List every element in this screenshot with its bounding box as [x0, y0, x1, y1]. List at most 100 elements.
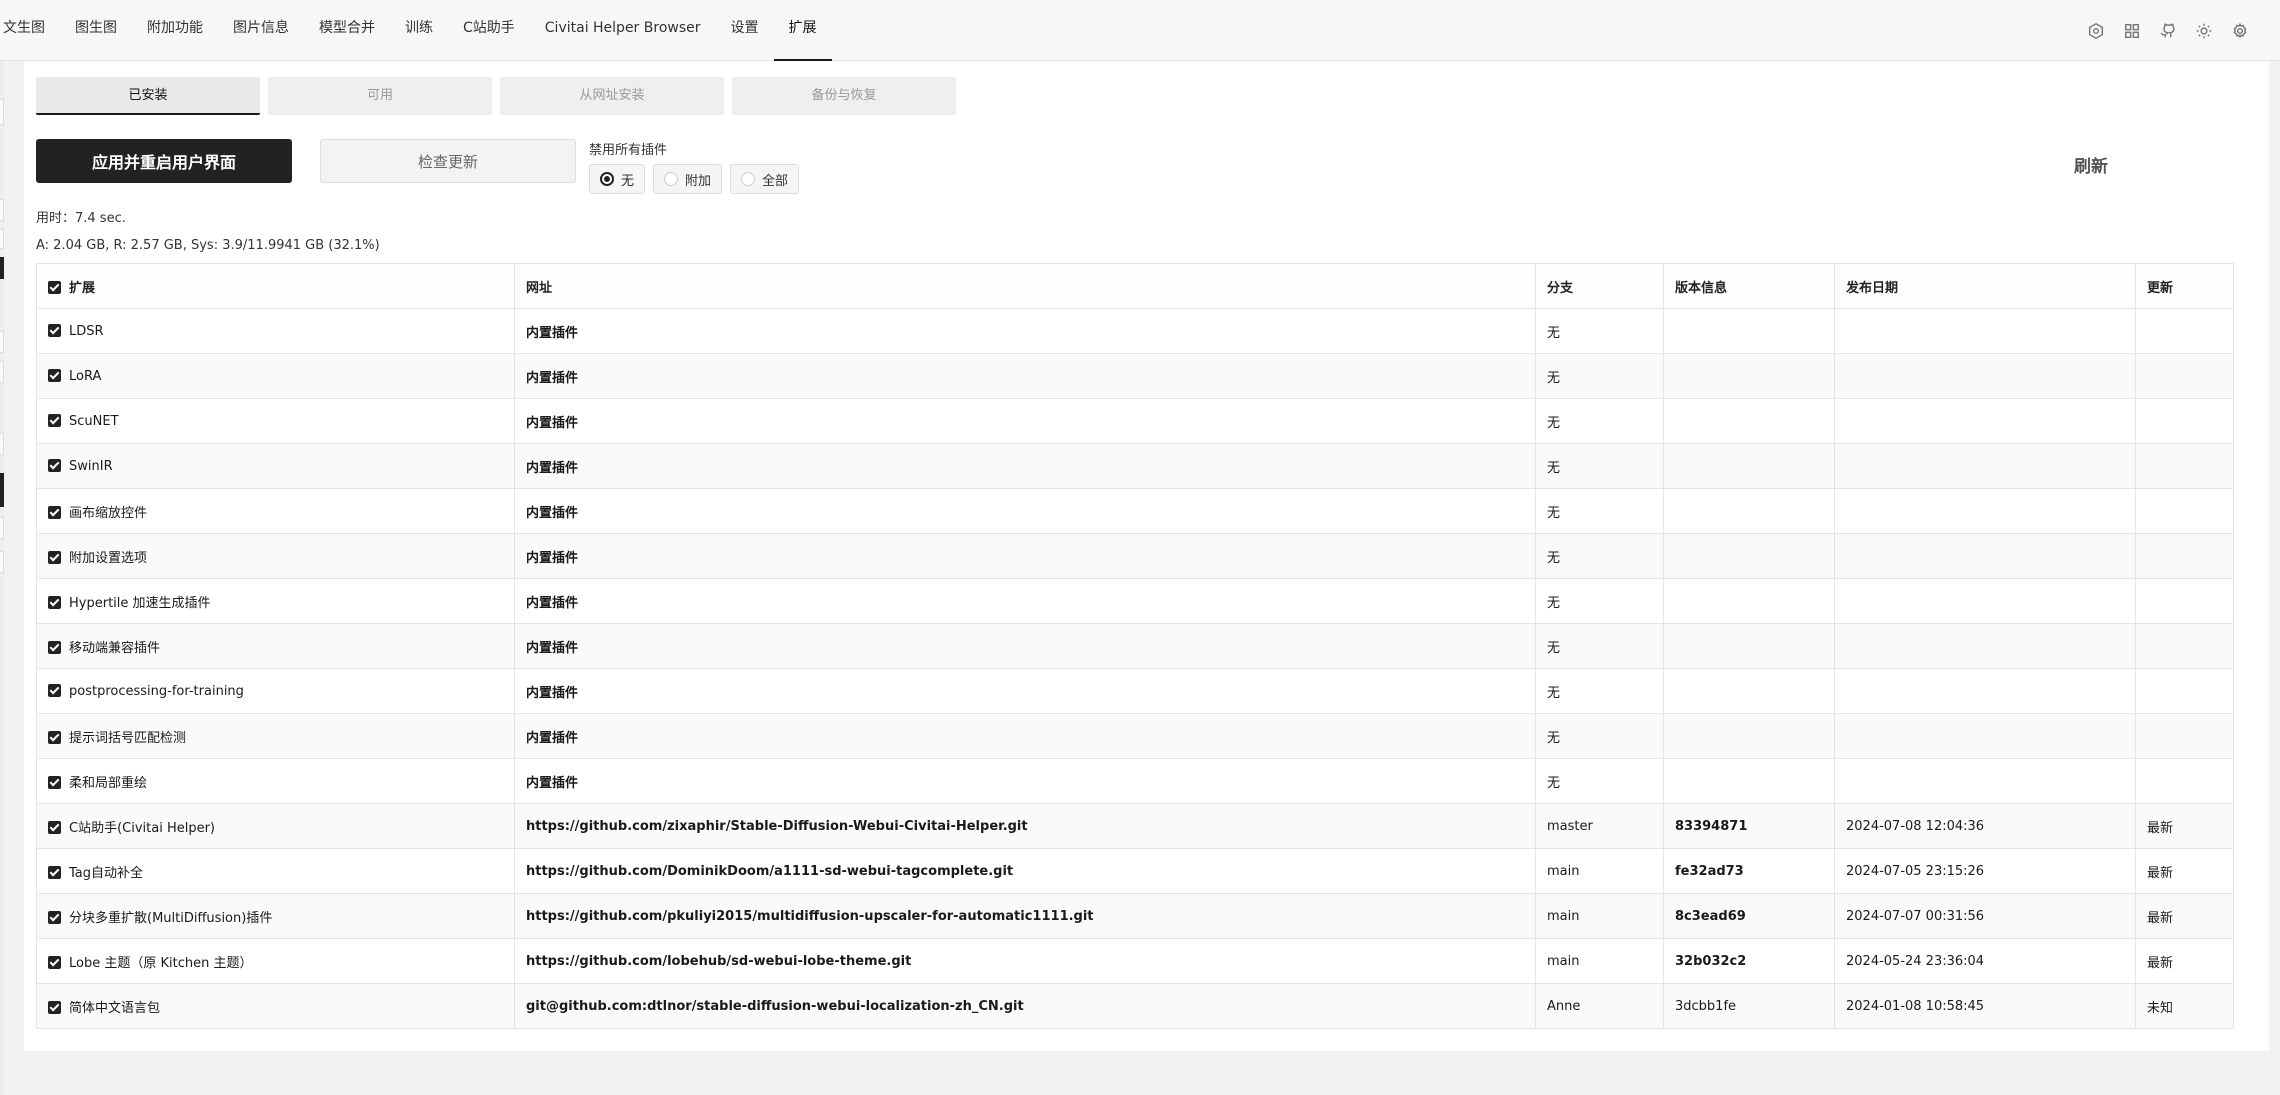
- cell-update: [2135, 533, 2234, 579]
- check-updates-button[interactable]: 检查更新: [320, 139, 576, 183]
- cell-branch: main: [1535, 938, 1664, 984]
- cell-update: 最新: [2135, 938, 2234, 984]
- tab-train[interactable]: 训练: [390, 0, 448, 61]
- tab-extras[interactable]: 附加功能: [132, 0, 218, 61]
- memory-usage: A: 2.04 GB, R: 2.57 GB, Sys: 3.9/11.9941…: [36, 238, 380, 253]
- cell-update: [2135, 308, 2234, 354]
- top-icons: [2086, 0, 2250, 61]
- cell-url: https://github.com/pkuliyi2015/multidiff…: [514, 893, 1536, 939]
- table-row: 分块多重扩散(MultiDiffusion)插件 https://github.c…: [36, 893, 2234, 939]
- cell-url: https://github.com/DominikDoom/a1111-sd-…: [514, 848, 1536, 894]
- extension-enable-checkbox[interactable]: [48, 595, 61, 609]
- radio-extra[interactable]: 附加: [653, 164, 723, 194]
- extension-enable-checkbox[interactable]: [48, 640, 61, 654]
- cell-extension: Tag自动补全: [36, 848, 515, 894]
- extension-enable-checkbox[interactable]: [48, 820, 61, 834]
- tab-extensions[interactable]: 扩展: [773, 0, 832, 61]
- cell-date: [1834, 398, 2136, 444]
- table-row: 移动端兼容插件 内置插件无: [36, 623, 2234, 669]
- cell-update: 最新: [2135, 893, 2234, 939]
- main-tabs: 文生图 图生图 附加功能 图片信息 模型合并 训练 C站助手 Civitai H…: [0, 0, 832, 61]
- header-branch: 分支: [1535, 263, 1664, 309]
- cell-update: [2135, 443, 2234, 489]
- radio-dot: [741, 172, 756, 186]
- radio-none[interactable]: 无: [589, 164, 646, 194]
- extension-enable-checkbox[interactable]: [48, 955, 61, 969]
- table-header-row: 扩展 网址 分支 版本信息 发布日期 更新: [36, 263, 2234, 309]
- sun-icon[interactable]: [2194, 21, 2214, 41]
- extension-enable-checkbox[interactable]: [48, 865, 61, 879]
- cell-date: [1834, 578, 2136, 624]
- cell-date: [1834, 353, 2136, 399]
- extension-name: Lobe 主题（原 Kitchen 主题）: [69, 955, 253, 971]
- tab-txt2img[interactable]: 文生图: [0, 0, 60, 61]
- table-row: C站助手(Civitai Helper) https://github.com/z…: [36, 803, 2234, 849]
- cell-extension: 柔和局部重绘: [36, 758, 515, 804]
- subtab-available[interactable]: 可用: [268, 77, 492, 115]
- cell-extension: Hypertile 加速生成插件: [36, 578, 515, 624]
- cell-branch: 无: [1535, 713, 1664, 759]
- extension-enable-checkbox[interactable]: [48, 1000, 61, 1014]
- github-icon[interactable]: [2158, 21, 2178, 41]
- perf-stats: 用时：7.4 sec. A: 2.04 GB, R: 2.57 GB, Sys:…: [36, 205, 380, 259]
- cell-version: [1663, 308, 1835, 354]
- cell-extension: LoRA: [36, 353, 515, 399]
- refresh-button[interactable]: 刷新: [2074, 152, 2108, 177]
- cell-update: [2135, 758, 2234, 804]
- subtab-install-from-url[interactable]: 从网址安装: [500, 77, 724, 115]
- extension-enable-checkbox[interactable]: [48, 368, 61, 382]
- sidebar-stub: [0, 551, 4, 573]
- extension-enable-checkbox[interactable]: [48, 458, 61, 472]
- table-row: 附加设置选项 内置插件无: [36, 533, 2234, 579]
- header-version: 版本信息: [1663, 263, 1835, 309]
- cell-extension: 移动端兼容插件: [36, 623, 515, 669]
- extension-name: 移动端兼容插件: [69, 640, 161, 656]
- extension-enable-checkbox[interactable]: [48, 323, 61, 337]
- cell-extension: Lobe 主题（原 Kitchen 主题）: [36, 938, 515, 984]
- cell-date: [1834, 623, 2136, 669]
- cell-update: [2135, 713, 2234, 759]
- extension-enable-checkbox[interactable]: [48, 910, 61, 924]
- cell-update: [2135, 623, 2234, 669]
- cell-extension: 分块多重扩散(MultiDiffusion)插件: [36, 893, 515, 939]
- tab-settings[interactable]: 设置: [716, 0, 774, 61]
- cell-version: fe32ad73: [1663, 848, 1835, 894]
- extension-name: SwinIR: [69, 458, 113, 474]
- extension-name: 柔和局部重绘: [69, 775, 148, 791]
- tab-civitai-helper[interactable]: C站助手: [448, 0, 530, 61]
- cell-date: 2024-07-05 23:15:26: [1834, 848, 2136, 894]
- radio-all[interactable]: 全部: [730, 164, 800, 194]
- extension-enable-checkbox[interactable]: [48, 505, 61, 519]
- extension-enable-checkbox[interactable]: [48, 413, 61, 427]
- grid-icon[interactable]: [2122, 21, 2142, 41]
- cell-branch: 无: [1535, 353, 1664, 399]
- extension-name: Tag自动补全: [69, 865, 144, 881]
- table-row: Tag自动补全 https://github.com/DominikDoom/a1…: [36, 848, 2234, 894]
- extension-name: Hypertile 加速生成插件: [69, 595, 211, 611]
- extension-enable-checkbox[interactable]: [48, 730, 61, 744]
- select-all-checkbox[interactable]: [48, 280, 61, 294]
- extension-enable-checkbox[interactable]: [48, 683, 61, 697]
- extension-enable-checkbox[interactable]: [48, 550, 61, 564]
- radio-label: 无: [621, 173, 635, 189]
- tab-civitai-browser[interactable]: Civitai Helper Browser: [530, 0, 716, 61]
- gear-icon[interactable]: [2230, 21, 2250, 41]
- cell-url: 内置插件: [514, 578, 1536, 624]
- cell-version: [1663, 398, 1835, 444]
- extension-enable-checkbox[interactable]: [48, 775, 61, 789]
- cell-version: 8c3ead69: [1663, 893, 1835, 939]
- subtab-backup-restore[interactable]: 备份与恢复: [732, 77, 956, 115]
- cell-branch: main: [1535, 893, 1664, 939]
- subtab-installed[interactable]: 已安装: [36, 77, 260, 115]
- cell-version: [1663, 623, 1835, 669]
- table-row: SwinIR 内置插件无: [36, 443, 2234, 489]
- cell-update: [2135, 668, 2234, 714]
- tab-model-merge[interactable]: 模型合并: [304, 0, 390, 61]
- apply-restart-button[interactable]: 应用并重启用户界面: [36, 139, 292, 183]
- tab-png-info[interactable]: 图片信息: [218, 0, 304, 61]
- settings-hex-icon[interactable]: [2086, 21, 2106, 41]
- tab-img2img[interactable]: 图生图: [60, 0, 132, 61]
- cell-branch: 无: [1535, 443, 1664, 489]
- sidebar-stub: [0, 361, 4, 383]
- left-sidebar-edge: [0, 61, 4, 1095]
